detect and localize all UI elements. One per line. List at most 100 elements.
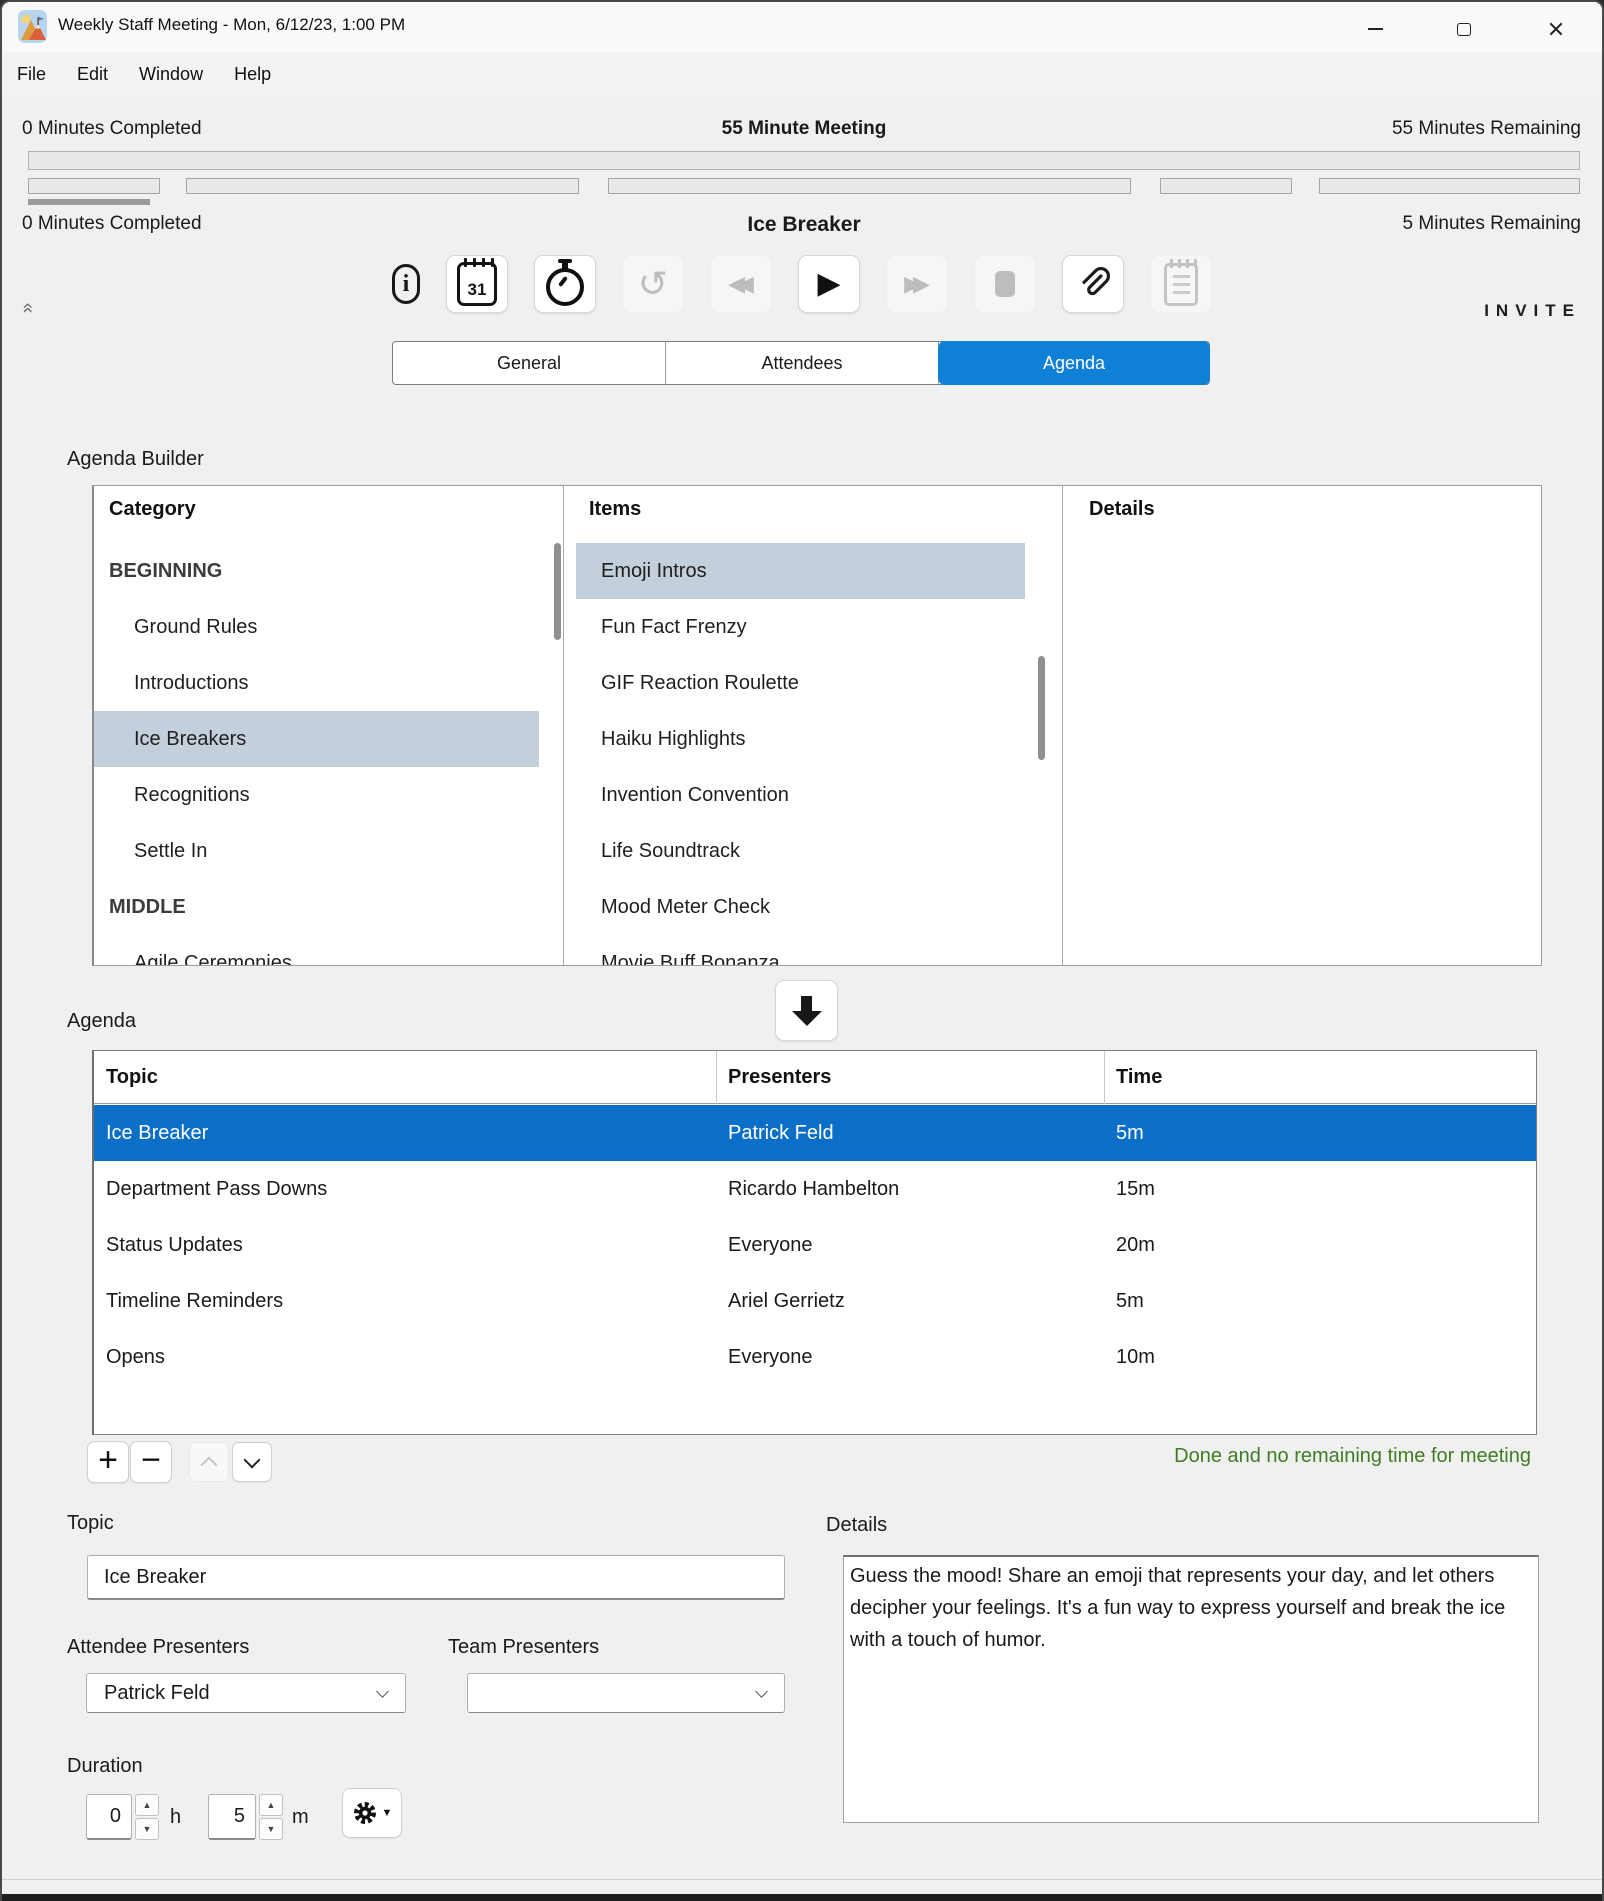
list-item[interactable]: BEGINNING <box>94 543 539 599</box>
spin-down-icon[interactable]: ▼ <box>259 1818 283 1840</box>
list-item[interactable]: Settle In <box>94 823 539 879</box>
rewind-button[interactable]: ◀◀ <box>710 255 772 313</box>
team-presenters-select[interactable] <box>467 1673 785 1713</box>
agenda-builder-panel: Category Items Details BEGINNING Ground … <box>92 485 1542 966</box>
hours-unit-label: h <box>170 1806 181 1829</box>
fast-forward-button[interactable]: ▶▶ <box>886 255 948 313</box>
items-column-header: Items <box>589 498 641 521</box>
window-bottom-edge <box>2 1894 1602 1901</box>
menu-window[interactable]: Window <box>139 64 203 85</box>
plus-icon: + <box>98 1443 118 1477</box>
close-button[interactable] <box>1533 10 1579 48</box>
down-arrow-icon <box>801 996 812 1011</box>
list-item[interactable]: Life Soundtrack <box>576 823 1025 879</box>
spin-down-icon[interactable]: ▼ <box>135 1818 159 1840</box>
topic-label: Topic <box>67 1512 114 1535</box>
add-row-button[interactable]: + <box>87 1441 129 1483</box>
category-scrollbar-thumb[interactable] <box>554 543 561 640</box>
close-icon <box>1548 21 1564 37</box>
duration-hours-input[interactable] <box>86 1794 132 1840</box>
list-item[interactable]: MIDDLE <box>94 879 539 935</box>
list-item-selected[interactable]: Ice Breakers <box>94 711 539 767</box>
play-icon: ▶ <box>817 269 840 299</box>
items-list: Emoji Intros Fun Fact Frenzy GIF Reactio… <box>576 543 1025 966</box>
maximize-icon <box>1457 23 1471 36</box>
time-status-message: Done and no remaining time for meeting <box>1174 1445 1531 1468</box>
list-item[interactable]: GIF Reaction Roulette <box>576 655 1025 711</box>
menu-bar: File Edit Window Help <box>2 52 1602 97</box>
column-divider <box>563 486 564 965</box>
maximize-button[interactable] <box>1441 10 1487 48</box>
reset-icon: ↺ <box>638 266 668 302</box>
list-item[interactable]: Introductions <box>94 655 539 711</box>
menu-help[interactable]: Help <box>234 64 271 85</box>
app-window: Weekly Staff Meeting - Mon, 6/12/23, 1:0… <box>0 0 1604 1901</box>
fast-forward-icon: ▶▶ <box>904 273 930 295</box>
tab-bar: General Attendees Agenda <box>392 341 1210 385</box>
category-list: BEGINNING Ground Rules Introductions Ice… <box>94 543 539 966</box>
play-button[interactable]: ▶ <box>798 255 860 313</box>
tab-agenda[interactable]: Agenda <box>938 341 1210 385</box>
list-item[interactable]: Haiku Highlights <box>576 711 1025 767</box>
remove-row-button[interactable]: − <box>130 1441 172 1483</box>
list-item-selected[interactable]: Emoji Intros <box>576 543 1025 599</box>
attendee-presenters-select[interactable]: Patrick Feld <box>86 1673 406 1713</box>
chevron-down-icon <box>376 1685 389 1698</box>
agenda-section-label: Agenda <box>67 1010 136 1033</box>
tab-attendees[interactable]: Attendees <box>666 342 939 384</box>
attachment-button[interactable] <box>1062 255 1124 313</box>
calendar-button[interactable]: 31 <box>446 255 508 313</box>
list-item[interactable]: Recognitions <box>94 767 539 823</box>
list-item[interactable]: Invention Convention <box>576 767 1025 823</box>
invite-button[interactable]: INVITE <box>1484 301 1581 321</box>
minimize-icon <box>1368 28 1383 30</box>
bottom-divider <box>2 1879 1602 1880</box>
agenda-row[interactable]: Timeline Reminders Ariel Gerrietz 5m <box>94 1273 1536 1329</box>
stop-button[interactable] <box>974 255 1036 313</box>
minimize-button[interactable] <box>1352 10 1398 48</box>
segment-bar-3 <box>608 178 1131 194</box>
agenda-row-selected[interactable]: Ice Breaker Patrick Feld 5m <box>94 1105 1536 1161</box>
rewind-icon: ◀◀ <box>728 273 754 295</box>
reset-button[interactable]: ↺ <box>622 255 684 313</box>
details-textarea[interactable]: Guess the mood! Share an emoji that repr… <box>843 1555 1539 1823</box>
current-item-title: Ice Breaker <box>2 213 1604 237</box>
duration-label: Duration <box>67 1755 143 1778</box>
list-item[interactable]: Fun Fact Frenzy <box>576 599 1025 655</box>
timer-button[interactable] <box>534 255 596 313</box>
spin-up-icon[interactable]: ▲ <box>135 1794 159 1816</box>
spin-up-icon[interactable]: ▲ <box>259 1794 283 1816</box>
column-divider <box>1062 486 1063 965</box>
list-item[interactable]: Agile Ceremonies <box>94 935 539 966</box>
notes-icon <box>1164 263 1198 306</box>
list-item[interactable]: Mood Meter Check <box>576 879 1025 935</box>
notes-button[interactable] <box>1150 255 1212 313</box>
agenda-row[interactable]: Opens Everyone 10m <box>94 1329 1536 1385</box>
duration-minutes-input[interactable] <box>208 1794 256 1840</box>
list-item[interactable]: Ground Rules <box>94 599 539 655</box>
item-remaining-label: 5 Minutes Remaining <box>1403 213 1581 235</box>
tab-general[interactable]: General <box>393 342 666 384</box>
agenda-row[interactable]: Status Updates Everyone 20m <box>94 1217 1536 1273</box>
meeting-progress-bar <box>28 151 1580 170</box>
list-item[interactable]: Movie Buff Bonanza <box>576 935 1025 966</box>
agenda-table-header: Topic Presenters Time <box>94 1051 1536 1104</box>
details-label: Details <box>826 1514 887 1537</box>
stop-icon <box>995 271 1015 297</box>
window-title: Weekly Staff Meeting - Mon, 6/12/23, 1:0… <box>58 15 405 35</box>
menu-file[interactable]: File <box>17 64 46 85</box>
duration-options-button[interactable]: ▼ <box>342 1788 402 1838</box>
column-header-time: Time <box>1104 1051 1537 1104</box>
info-button[interactable]: i <box>392 264 420 304</box>
topic-input[interactable] <box>87 1555 785 1600</box>
items-scrollbar-thumb[interactable] <box>1038 656 1045 760</box>
agenda-row[interactable]: Department Pass Downs Ricardo Hambelton … <box>94 1161 1536 1217</box>
move-row-down-button[interactable] <box>232 1442 272 1482</box>
menu-edit[interactable]: Edit <box>77 64 108 85</box>
attendee-presenters-label: Attendee Presenters <box>67 1636 249 1659</box>
duration-minutes-stepper: ▲ ▼ <box>259 1794 283 1840</box>
add-to-agenda-button[interactable] <box>775 980 838 1041</box>
chevron-down-icon <box>755 1685 768 1698</box>
gear-icon <box>352 1800 378 1826</box>
move-row-up-button[interactable] <box>189 1442 229 1482</box>
